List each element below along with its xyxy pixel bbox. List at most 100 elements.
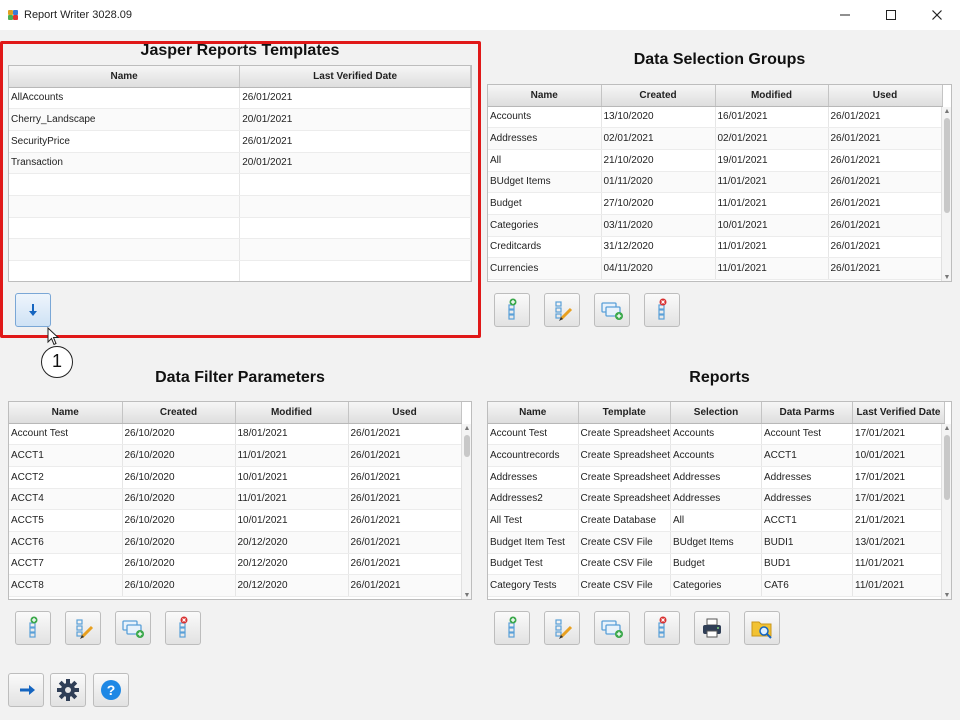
scroll-thumb[interactable] [464, 435, 470, 457]
table-row[interactable]: Account Test 26/10/2020 18/01/2021 26/01/20… [9, 423, 462, 446]
scroll-up-icon[interactable]: ▲ [943, 425, 951, 433]
dfp-copy-button[interactable] [115, 611, 151, 645]
column-header[interactable]: Created [601, 85, 716, 107]
cell: All [670, 509, 763, 532]
column-header[interactable]: Data Parms [761, 402, 854, 424]
table-row[interactable]: Addresses2 Create Spreadsheet Addresses Add… [488, 488, 946, 511]
cell: ACCT7 [9, 553, 123, 576]
reports-scrollbar[interactable]: ▲ ▼ [941, 424, 951, 599]
column-header[interactable]: Used [348, 402, 462, 424]
table-row[interactable]: ACCT1 26/10/2020 11/01/2021 26/01/2021 [9, 444, 462, 467]
cell: 26/01/2021 [828, 171, 943, 194]
dfp-delete-button[interactable] [165, 611, 201, 645]
cell: Accounts [670, 444, 763, 467]
scroll-thumb[interactable] [944, 118, 950, 213]
table-row[interactable]: Addresses 02/01/2021 02/01/2021 26/01/2021 [488, 127, 943, 150]
cell: 21/01/2021 [852, 509, 946, 532]
dfp-table[interactable]: Name Created Modified Used Account Test 2… [8, 401, 472, 600]
column-header[interactable]: Name [488, 85, 602, 107]
reports-copy-button[interactable] [594, 611, 630, 645]
dsg-table[interactable]: Name Created Modified Used Accounts 13/10… [487, 84, 952, 282]
table-row[interactable]: Accountrecords Create Spreadsheet Accounts… [488, 444, 946, 467]
column-header[interactable]: Selection [670, 402, 763, 424]
table-row[interactable]: Accounts 13/10/2020 16/01/2021 26/01/2021 [488, 106, 943, 129]
dsg-delete-button[interactable] [644, 293, 680, 327]
table-row[interactable]: Category Tests Create CSV File Categories C… [488, 574, 946, 597]
cell: 11/01/2021 [715, 257, 829, 280]
help-button[interactable]: ? [93, 673, 129, 707]
reports-edit-button[interactable] [544, 611, 580, 645]
dfp-edit-button[interactable] [65, 611, 101, 645]
column-header[interactable]: Name [9, 402, 123, 424]
cell: CAT6 [761, 574, 854, 597]
cell: ACCT6 [9, 531, 123, 554]
scroll-thumb[interactable] [944, 435, 950, 500]
table-row[interactable]: Account Test Create Spreadsheet Accounts Ac… [488, 423, 946, 446]
cell: All Test [488, 509, 579, 532]
dsg-edit-button[interactable] [544, 293, 580, 327]
cursor-icon [47, 327, 60, 346]
dsg-panel-title: Data Selection Groups [633, 51, 806, 68]
table-row[interactable]: ACCT2 26/10/2020 10/01/2021 26/01/2021 [9, 466, 462, 489]
table-row[interactable]: ACCT4 26/10/2020 11/01/2021 26/01/2021 [9, 488, 462, 511]
column-header[interactable]: Used [828, 85, 943, 107]
cell: 26/10/2020 [122, 488, 236, 511]
cell: Create CSV File [578, 574, 672, 597]
maximize-button[interactable] [868, 0, 914, 30]
scroll-up-icon[interactable]: ▲ [463, 425, 471, 433]
table-row[interactable]: ACCT5 26/10/2020 10/01/2021 26/01/2021 [9, 509, 462, 532]
cell: 11/01/2021 [715, 236, 829, 259]
cell: 13/01/2021 [852, 531, 946, 554]
column-header[interactable]: Modified [235, 402, 349, 424]
reports-view-button[interactable] [744, 611, 780, 645]
close-button[interactable] [914, 0, 960, 30]
column-header[interactable]: Created [122, 402, 236, 424]
dsg-copy-button[interactable] [594, 293, 630, 327]
table-row[interactable]: Budget Item Test Create CSV File BUdget It… [488, 531, 946, 554]
settings-button[interactable] [50, 673, 86, 707]
delete-icon [658, 298, 667, 320]
column-header[interactable]: Template [578, 402, 672, 424]
table-row[interactable]: Categories 03/11/2020 10/01/2021 26/01/2021 [488, 214, 943, 237]
cell: ACCT2 [9, 466, 123, 489]
scroll-down-icon[interactable]: ▼ [943, 274, 951, 281]
cell: 11/01/2021 [235, 488, 349, 511]
column-header[interactable]: Name [488, 402, 579, 424]
scroll-up-icon[interactable]: ▲ [943, 108, 951, 116]
edit-icon [555, 301, 573, 321]
dfp-scrollbar[interactable]: ▲ ▼ [461, 424, 471, 599]
cell: 26/01/2021 [348, 488, 462, 511]
table-row[interactable]: All Test Create Database All ACCT1 21/01/202… [488, 509, 946, 532]
table-row[interactable]: ACCT7 26/10/2020 20/12/2020 26/01/2021 [9, 553, 462, 576]
reports-add-button[interactable] [494, 611, 530, 645]
table-row[interactable]: Budget Test Create CSV File Budget BUD1 11/0… [488, 553, 946, 576]
scroll-down-icon[interactable]: ▼ [463, 592, 471, 599]
column-header[interactable]: Modified [715, 85, 829, 107]
dfp-add-button[interactable] [15, 611, 51, 645]
cell: 18/01/2021 [235, 423, 349, 446]
cell: BUDI1 [761, 531, 854, 554]
cell: 10/01/2021 [235, 509, 349, 532]
table-row[interactable]: ACCT6 26/10/2020 20/12/2020 26/01/2021 [9, 531, 462, 554]
dsg-scrollbar[interactable]: ▲ ▼ [941, 107, 951, 281]
cell: Addresses [761, 466, 854, 489]
table-row[interactable]: Currencies 04/11/2020 11/01/2021 26/01/2021 [488, 257, 943, 280]
scroll-down-icon[interactable]: ▼ [943, 592, 951, 599]
column-header[interactable]: Last Verified Date [852, 402, 946, 424]
table-row[interactable]: Budget 27/10/2020 11/01/2021 26/01/2021 [488, 192, 943, 215]
exit-button[interactable] [8, 673, 44, 707]
table-row[interactable]: Addresses Create Spreadsheet Addresses Addr… [488, 466, 946, 489]
minimize-button[interactable] [822, 0, 868, 30]
reports-table[interactable]: Name Template Selection Data Parms Last … [487, 401, 952, 600]
reports-delete-button[interactable] [644, 611, 680, 645]
edit-icon [555, 619, 573, 639]
table-row[interactable]: ACCT8 26/10/2020 20/12/2020 26/01/2021 [9, 574, 462, 597]
table-row[interactable]: All 21/10/2020 19/01/2021 26/01/2021 [488, 149, 943, 172]
cell: ACCT8 [9, 574, 123, 597]
cell: Addresses [488, 127, 602, 150]
table-row[interactable]: Creditcards 31/12/2020 11/01/2021 26/01/202… [488, 236, 943, 259]
dsg-add-button[interactable] [494, 293, 530, 327]
table-row[interactable]: BUdget Items 01/11/2020 11/01/2021 26/01/20… [488, 171, 943, 194]
reports-print-button[interactable] [694, 611, 730, 645]
cell: 01/11/2020 [601, 171, 716, 194]
